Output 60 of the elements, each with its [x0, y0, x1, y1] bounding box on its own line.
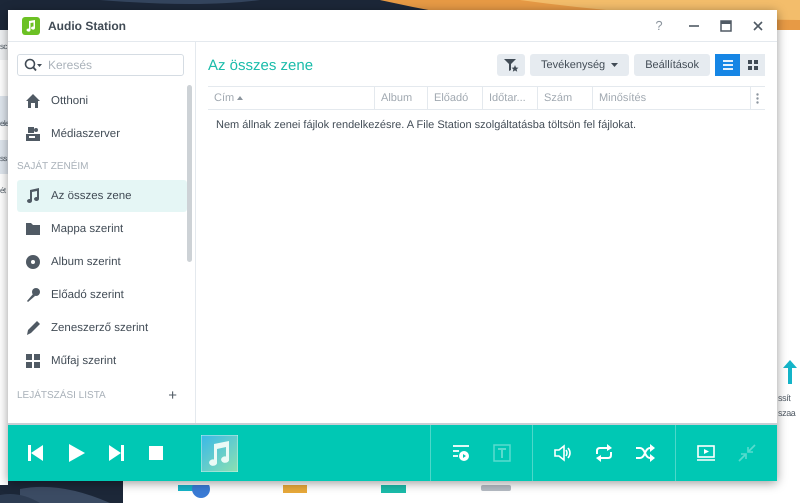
list-view-button[interactable]: [715, 54, 740, 76]
close-icon[interactable]: [751, 18, 765, 32]
stop-button[interactable]: [146, 443, 166, 463]
app-icon: [481, 485, 511, 491]
sidebar-item[interactable]: Zeneszerző szerint: [17, 312, 187, 344]
sidebar-item[interactable]: Otthoni: [17, 85, 187, 117]
sidebar-item[interactable]: Az összes zene: [17, 180, 187, 212]
music-note-icon: [25, 188, 41, 204]
sidebar-item[interactable]: Előadó szerint: [17, 279, 187, 311]
window-title: Audio Station: [48, 18, 127, 32]
grid-icon: [25, 353, 41, 369]
empty-message: Nem állnak zenei fájlok rendelkezésre. A File Station szolgáltatásba töltsön fel fájlokat.: [215, 118, 638, 131]
search-field[interactable]: Keresés: [17, 54, 184, 76]
next-button[interactable]: [106, 443, 126, 463]
more-icon[interactable]: [756, 92, 759, 104]
pen-icon: [25, 320, 41, 336]
add-button[interactable]: +: [168, 386, 177, 404]
folder-icon: [25, 221, 41, 237]
volume-button[interactable]: [553, 443, 573, 463]
grid-icon: [746, 59, 758, 71]
home-icon: [25, 93, 41, 109]
scrollbar[interactable]: [187, 85, 192, 262]
page-title: Az összes zene: [208, 56, 314, 74]
background-text: ssít: [778, 393, 790, 403]
app-icon: [381, 485, 406, 493]
disc-icon: [25, 254, 41, 270]
sidebar-item[interactable]: Album szerint: [17, 246, 187, 278]
sort-icon: [237, 96, 244, 100]
play-button[interactable]: [66, 443, 86, 463]
app-icon: [283, 485, 307, 493]
previous-button[interactable]: [26, 443, 46, 463]
filter-star-icon: [502, 58, 519, 72]
section-header: SAJÁT ZENÉIM: [17, 160, 88, 172]
settings-button[interactable]: Beállítások: [634, 54, 710, 76]
list-icon: [722, 59, 734, 71]
search-icon[interactable]: [24, 58, 42, 72]
maximize-icon[interactable]: [719, 18, 733, 32]
background-text: sc: [0, 42, 7, 51]
sidebar-item[interactable]: Műfaj szerint: [17, 345, 187, 377]
album-art-icon: [201, 434, 238, 472]
row-highlight: [0, 140, 8, 174]
sidebar-item[interactable]: Mappa szerint: [17, 213, 187, 245]
background-text: szaa: [778, 408, 796, 418]
screen-button[interactable]: [696, 443, 716, 463]
caret-icon: [611, 63, 618, 67]
shuffle-button[interactable]: [635, 443, 655, 463]
row-highlight: [0, 96, 8, 126]
section-header: LEJÁTSZÁSI LISTA: [17, 390, 106, 400]
grid-view-button[interactable]: [740, 54, 765, 76]
background-text: ss: [0, 154, 7, 163]
queue-button[interactable]: [451, 443, 471, 463]
activity-button[interactable]: Tevékenység: [530, 54, 630, 76]
background-text: ét: [0, 186, 6, 195]
filter-button[interactable]: [496, 54, 525, 76]
upload-icon: [780, 360, 800, 384]
microphone-icon: [25, 287, 41, 303]
repeat-button[interactable]: [594, 443, 614, 463]
media-server-icon: [25, 126, 41, 142]
sidebar-item[interactable]: Médiaszerver: [17, 118, 187, 150]
app-logo-icon: [22, 16, 40, 34]
